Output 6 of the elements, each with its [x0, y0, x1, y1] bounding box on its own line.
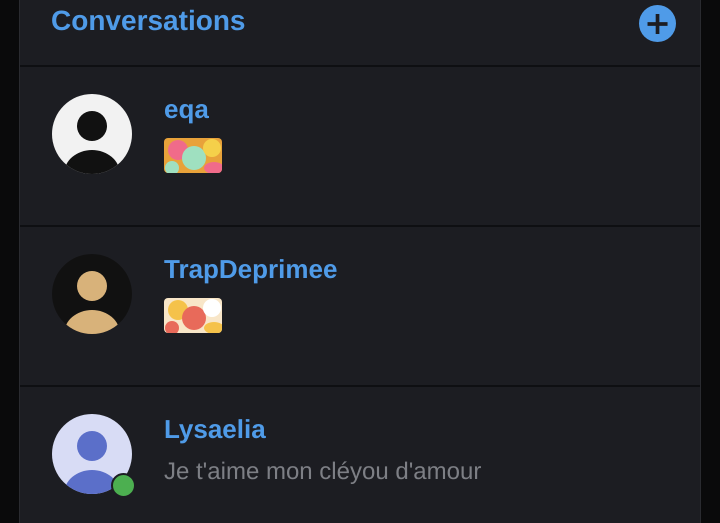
contact-name[interactable]: Lysaelia [164, 414, 482, 444]
message-preview: Je t'aime mon cléyou d'amour [164, 458, 482, 486]
contact-name[interactable]: TrapDeprimee [164, 254, 338, 284]
add-button[interactable]: + [639, 5, 676, 42]
contact-name[interactable]: eqa [164, 94, 222, 124]
panel-title: Conversations [51, 5, 246, 37]
